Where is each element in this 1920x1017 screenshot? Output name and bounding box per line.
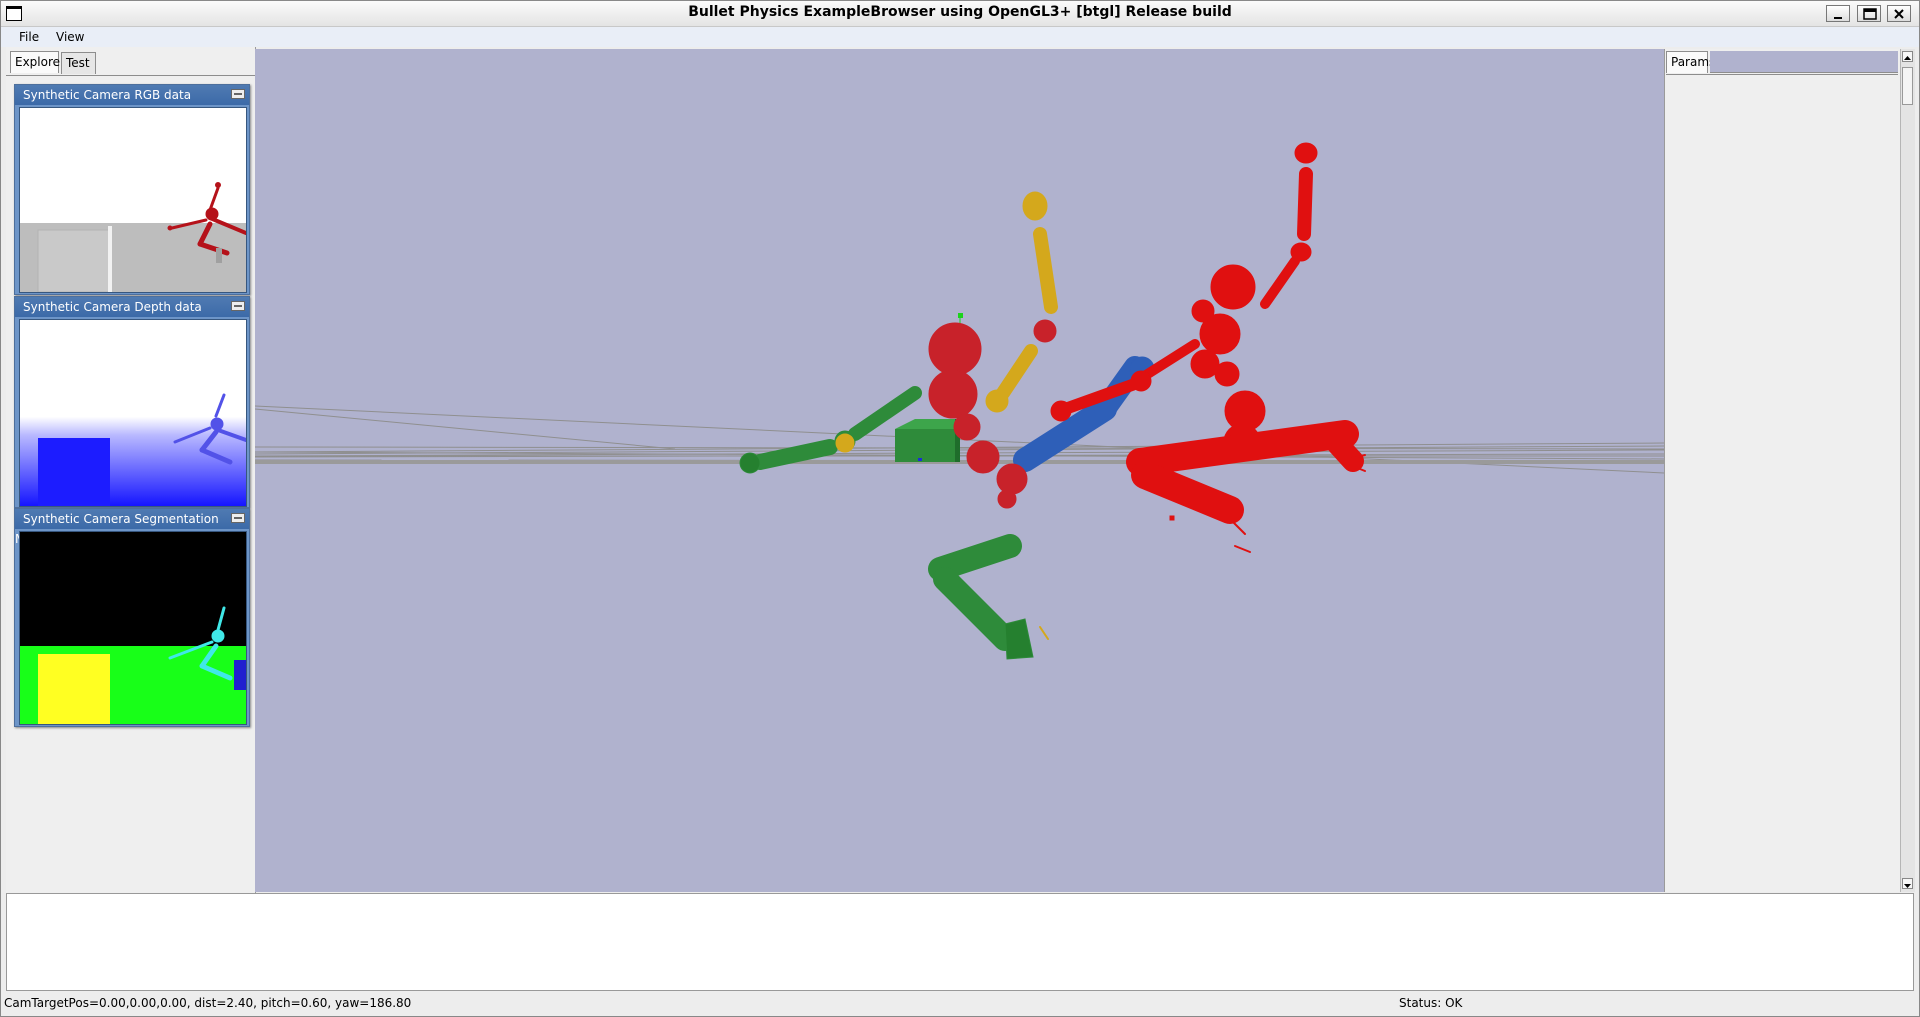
window-title: Bullet Physics ExampleBrowser using Open…	[688, 4, 1232, 20]
rgb-camera-image	[20, 108, 246, 292]
menu-file[interactable]: File	[19, 30, 39, 44]
rgb-camera-window[interactable]: Synthetic Camera RGB data	[14, 84, 250, 295]
segmentation-camera-view	[19, 531, 247, 725]
scroll-thumb[interactable]	[1902, 67, 1913, 105]
depth-camera-window[interactable]: Synthetic Camera Depth data	[14, 296, 250, 508]
minimize-icon	[1834, 17, 1842, 19]
console-output[interactable]	[6, 893, 1914, 991]
minimize-icon[interactable]	[231, 89, 245, 99]
title-bar: Bullet Physics ExampleBrowser using Open…	[0, 0, 1920, 27]
minimize-icon[interactable]	[231, 513, 245, 523]
params-panel	[1664, 49, 1902, 892]
depth-camera-view	[19, 319, 247, 507]
rgb-camera-view	[19, 107, 247, 293]
menu-bar: File View	[0, 27, 1920, 47]
scroll-down-icon[interactable]	[1902, 878, 1913, 889]
params-tab-strip	[1710, 51, 1898, 73]
status-text: Status: OK	[1399, 996, 1463, 1010]
status-bar: CamTargetPos=0.00,0.00,0.00, dist=2.40, …	[0, 992, 1920, 1017]
minimize-icon[interactable]	[231, 301, 245, 311]
rgb-camera-title[interactable]: Synthetic Camera RGB data	[15, 85, 249, 105]
minimize-button[interactable]	[1826, 5, 1850, 22]
scroll-up-icon[interactable]	[1902, 51, 1913, 62]
menu-view[interactable]: View	[56, 30, 84, 44]
params-scrollbar[interactable]	[1900, 49, 1915, 892]
3d-viewport[interactable]	[254, 49, 1665, 892]
blue-humanoid	[1013, 356, 1155, 472]
maximize-button[interactable]	[1857, 5, 1881, 22]
red-humanoid-right	[1050, 142, 1366, 553]
tab-explorer[interactable]: Explorer	[10, 51, 65, 73]
close-button[interactable]	[1887, 5, 1911, 22]
tab-params[interactable]: Params	[1666, 51, 1715, 73]
depth-camera-title[interactable]: Synthetic Camera Depth data	[15, 297, 249, 317]
depth-camera-image	[20, 320, 246, 506]
segmentation-camera-window[interactable]: Synthetic Camera Segmentation Mask	[14, 508, 250, 727]
segmentation-camera-title[interactable]: Synthetic Camera Segmentation Mask	[15, 509, 249, 546]
green-humanoid	[739, 386, 1049, 660]
segmentation-camera-image	[20, 532, 246, 724]
tab-test[interactable]: Test	[61, 52, 96, 74]
maximize-icon	[1863, 8, 1877, 20]
divider	[1666, 74, 1898, 75]
scene-render	[254, 142, 1665, 660]
camera-status: CamTargetPos=0.00,0.00,0.00, dist=2.40, …	[4, 996, 412, 1010]
close-icon	[1894, 9, 1904, 19]
